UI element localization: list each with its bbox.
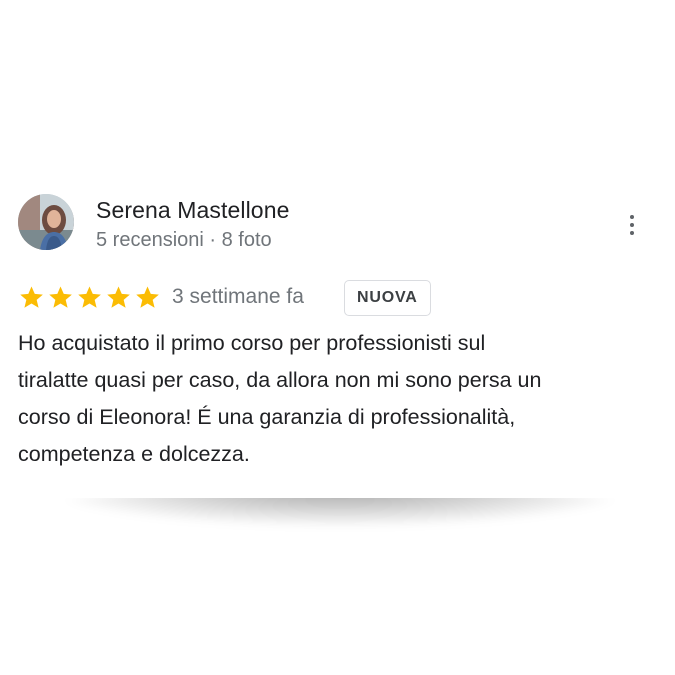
review-text-line: tiralatte quasi per caso, da allora non … [18, 368, 542, 392]
review-time: 3 settimane fa [172, 285, 304, 308]
star-icon [78, 286, 101, 308]
star-icon [49, 286, 72, 308]
dot [630, 215, 634, 219]
more-vert-icon[interactable] [620, 213, 644, 237]
new-badge: NUOVA [344, 280, 431, 316]
review-text-line: competenza e dolcezza. [18, 442, 250, 466]
review-text: Ho acquistato il primo corso per profess… [18, 325, 658, 473]
star-icon [20, 286, 43, 308]
author-meta: 5 recensioni · 8 foto [96, 229, 272, 251]
review-card: Serena Mastellone 5 recensioni · 8 foto … [0, 180, 675, 498]
page: Serena Mastellone 5 recensioni · 8 foto … [0, 0, 675, 675]
dot [630, 231, 634, 235]
review-text-line: corso di Eleonora! É una garanzia di pro… [18, 405, 516, 429]
author-name[interactable]: Serena Mastellone [96, 197, 289, 224]
star-icon [107, 286, 130, 308]
star-icon [136, 286, 159, 308]
star-rating [18, 284, 161, 311]
avatar-photo [18, 194, 74, 250]
dot [630, 223, 634, 227]
review-text-line: Ho acquistato il primo corso per profess… [18, 331, 486, 355]
avatar[interactable] [18, 194, 74, 250]
